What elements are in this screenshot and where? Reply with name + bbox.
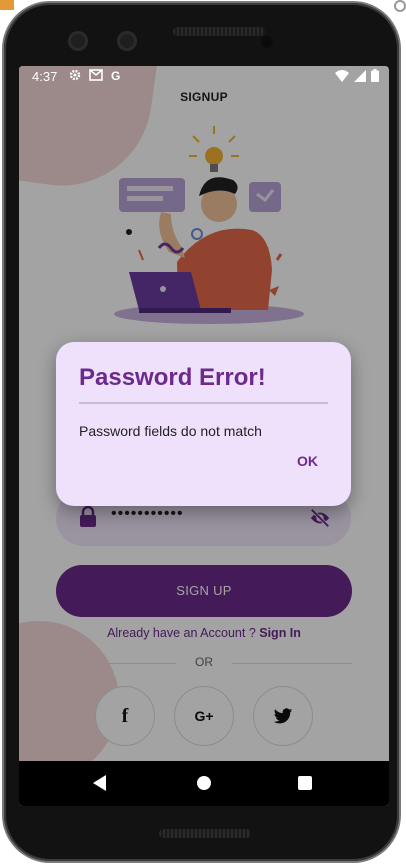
front-camera-left (68, 31, 88, 51)
status-bar: 4:37 G (19, 66, 389, 88)
password-error-dialog: Password Error! Password fields do not m… (56, 342, 351, 506)
background-fragment (0, 0, 14, 10)
system-icons (335, 69, 379, 82)
earpiece-speaker (173, 27, 265, 36)
back-icon[interactable] (93, 775, 106, 791)
recents-icon[interactable] (298, 776, 312, 790)
front-camera-right (117, 31, 137, 51)
dialog-ok-button[interactable]: OK (297, 453, 318, 469)
status-time: 4:37 (32, 69, 58, 84)
dialog-title: Password Error! (79, 364, 266, 391)
notification-icons: G (69, 69, 120, 83)
proximity-sensor (261, 36, 273, 48)
app-screen: SIGNUP ••••••••••• SIGN UP Already have … (19, 66, 389, 806)
home-icon[interactable] (197, 776, 211, 790)
battery-icon (371, 69, 379, 82)
background-fragment-right (394, 0, 406, 12)
dialog-message: Password fields do not match (79, 423, 262, 439)
signal-icon (354, 69, 366, 82)
dialog-divider (79, 402, 328, 404)
gear-icon (69, 69, 81, 81)
google-g-icon: G (111, 69, 121, 83)
bottom-speaker (159, 829, 251, 838)
phone-top-bezel (18, 3, 390, 63)
wifi-icon (335, 69, 349, 82)
android-navigation-bar (19, 761, 389, 806)
gmail-icon (89, 69, 103, 81)
